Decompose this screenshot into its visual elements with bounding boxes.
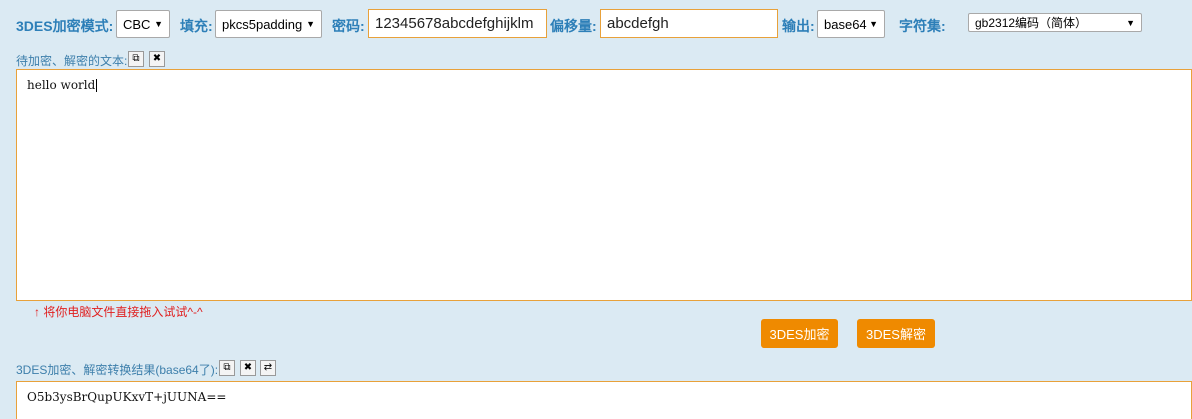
swap-button[interactable]: ⇄: [260, 360, 276, 376]
charset-select-value: gb2312编码（简体）: [975, 16, 1088, 30]
swap-icon: ⇄: [263, 362, 273, 373]
close-icon: ✖: [152, 53, 162, 64]
result-text: O5b3ysBrQupUKxvT+jUUNA==: [27, 390, 227, 404]
result-label: 3DES加密、解密转换结果(base64了):: [16, 363, 219, 377]
input-label: 待加密、解密的文本:: [16, 54, 128, 68]
key-label: 密码:: [332, 18, 365, 34]
clear-result-button[interactable]: ✖: [240, 360, 256, 376]
close-icon: ✖: [243, 362, 253, 373]
copy-icon: ⧉: [132, 53, 140, 64]
input-textarea[interactable]: hello world: [16, 69, 1192, 301]
iv-input[interactable]: abcdefgh: [600, 9, 778, 38]
iv-label: 偏移量:: [550, 18, 597, 34]
output-select-value: base64: [824, 16, 867, 32]
clear-input-button[interactable]: ✖: [149, 51, 165, 67]
result-textarea[interactable]: O5b3ysBrQupUKxvT+jUUNA==: [16, 381, 1192, 419]
mode-select-value: CBC: [123, 16, 151, 32]
decrypt-button[interactable]: 3DES解密: [857, 319, 935, 348]
chevron-down-icon: ▼: [306, 19, 315, 29]
copy-input-button[interactable]: ⧉: [128, 51, 144, 67]
encrypt-button[interactable]: 3DES加密: [761, 319, 838, 348]
output-select[interactable]: base64 ▼: [817, 10, 885, 38]
charset-select[interactable]: gb2312编码（简体） ▼: [968, 13, 1142, 32]
mode-label: 3DES加密模式:: [16, 18, 114, 34]
charset-label: 字符集:: [899, 18, 946, 34]
copy-icon: ⧉: [223, 362, 231, 373]
copy-result-button[interactable]: ⧉: [219, 360, 235, 376]
key-input-value: 12345678abcdefghijklm: [375, 15, 534, 32]
chevron-down-icon: ▼: [869, 19, 878, 29]
padding-select-value: pkcs5padding: [222, 16, 303, 32]
mode-select[interactable]: CBC ▼: [116, 10, 170, 38]
text-caret: [96, 79, 98, 92]
input-text: hello world: [27, 78, 96, 92]
chevron-down-icon: ▼: [1126, 17, 1135, 28]
padding-select[interactable]: pkcs5padding ▼: [215, 10, 322, 38]
output-label: 输出:: [782, 18, 815, 34]
chevron-down-icon: ▼: [154, 19, 163, 29]
key-input[interactable]: 12345678abcdefghijklm: [368, 9, 547, 38]
padding-label: 填充:: [180, 18, 213, 34]
drag-hint: ↑ 将你电脑文件直接拖入试试^-^: [34, 305, 203, 319]
iv-input-value: abcdefgh: [607, 15, 669, 32]
